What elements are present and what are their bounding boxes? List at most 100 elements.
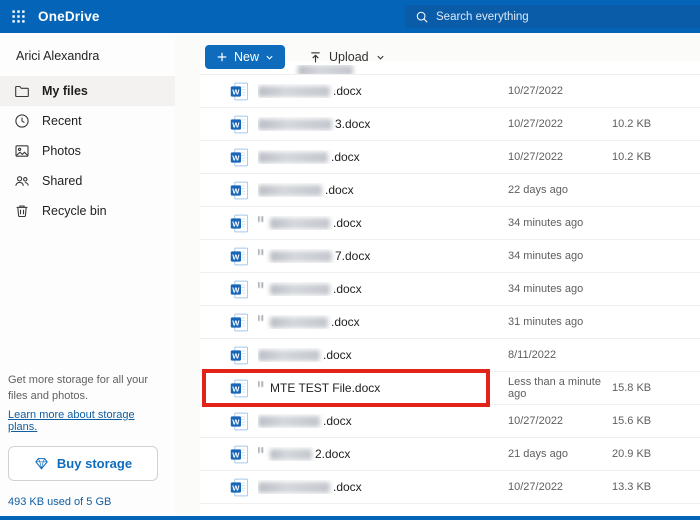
upload-button[interactable]: Upload [303,45,391,69]
search-input[interactable] [436,11,666,23]
word-file-icon: W [230,181,249,200]
user-name: Arici Alexandra [0,33,175,76]
redaction-mark [258,315,265,321]
storage-plans-link[interactable]: Learn more about storage plans. [8,409,160,433]
people-icon [14,173,30,189]
recycle-bin-icon [14,203,30,219]
file-name[interactable]: .docx [258,414,508,428]
file-name[interactable]: .docx [258,315,508,329]
file-name[interactable]: .docx [258,282,508,296]
sidebar-nav: My files Recent Photos Shared Recycle bi… [0,76,175,226]
svg-text:W: W [232,318,240,327]
search-box[interactable] [405,5,700,28]
word-file-icon: W [230,214,249,233]
file-name[interactable]: 2.docx [258,447,508,461]
redacted-name [258,152,328,163]
toolbar: New Upload [205,45,391,69]
photos-icon [14,143,30,159]
storage-usage[interactable]: 493 KB used of 5 GB [8,496,160,508]
file-modified-date: 34 minutes ago [508,250,612,262]
buy-storage-label: Buy storage [57,456,132,471]
file-row[interactable]: W 2.docx 21 days ago 20.9 KB [200,438,700,471]
file-name-suffix: .docx [331,315,360,329]
redacted-name [270,449,312,460]
file-row[interactable]: W 3.docx 10/27/2022 10.2 KB [200,108,700,141]
new-button-label: New [234,50,259,64]
plus-icon [216,51,228,63]
sidebar-item-recycle-bin[interactable]: Recycle bin [0,196,175,226]
new-button[interactable]: New [205,45,285,69]
file-row[interactable]: W .docx 10/27/2022 13.3 KB [200,471,700,504]
file-row[interactable]: W .docx 8/11/2022 [200,339,700,372]
word-file-icon: W [230,445,249,464]
folder-icon [14,83,30,99]
svg-text:W: W [232,417,240,426]
waffle-grid-icon [11,9,26,24]
svg-text:W: W [232,87,240,96]
sidebar-item-photos[interactable]: Photos [0,136,175,166]
file-size: 15.8 KB [612,382,700,394]
redacted-name [270,218,330,229]
redacted-name [258,350,320,361]
upload-button-label: Upload [329,50,369,64]
file-icon-cell: W [200,445,258,464]
file-row[interactable]: W .docx 10/27/2022 15.6 KB [200,405,700,438]
file-icon-cell: W [200,115,258,134]
file-row[interactable]: W MTE TEST File.docx Less than a minute … [200,372,700,405]
word-file-icon: W [230,247,249,266]
file-modified-date: 10/27/2022 [508,151,612,163]
redacted-name [258,416,320,427]
word-file-icon: W [230,346,249,365]
file-modified-date: 21 days ago [508,448,612,460]
file-row[interactable]: W .docx 10/27/2022 10.2 KB [200,141,700,174]
file-row[interactable]: W 7.docx 34 minutes ago [200,240,700,273]
svg-text:W: W [232,384,240,393]
svg-text:W: W [232,483,240,492]
window-bottom-bar [0,516,700,520]
app-launcher-icon[interactable] [0,0,36,33]
storage-area: Get more storage for all your files and … [8,373,160,508]
sidebar-item-shared[interactable]: Shared [0,166,175,196]
svg-text:W: W [232,219,240,228]
file-modified-date: 34 minutes ago [508,217,612,229]
file-row[interactable]: W .docx 34 minutes ago [200,207,700,240]
file-name-suffix: .docx [333,216,362,230]
file-name[interactable]: .docx [258,84,508,98]
svg-text:W: W [232,450,240,459]
file-name-suffix: .docx [333,282,362,296]
file-name[interactable]: .docx [258,480,508,494]
file-icon-cell: W [200,181,258,200]
file-name-text: MTE TEST File.docx [270,381,380,395]
main-content: New Upload W [175,33,700,516]
file-list: W W .docx 10/27/2022 [200,61,700,516]
file-size: 15.6 KB [612,415,700,427]
file-name[interactable]: .docx [258,150,508,164]
file-name[interactable]: 7.docx [258,249,508,263]
suite-header: OneDrive [0,0,700,33]
file-name[interactable]: .docx [258,348,508,362]
file-name-suffix: .docx [333,480,362,494]
file-row[interactable]: W .docx 31 minutes ago [200,306,700,339]
sidebar-item-recent[interactable]: Recent [0,106,175,136]
file-name-suffix: .docx [323,348,352,362]
word-file-icon: W [230,82,249,101]
file-modified-date: Less than a minute ago [508,376,612,400]
file-icon-cell: W [200,247,258,266]
file-name[interactable]: .docx [258,216,508,230]
upload-icon [309,51,322,64]
file-size: 10.2 KB [612,151,700,163]
buy-storage-button[interactable]: Buy storage [8,446,158,481]
file-icon-cell: W [200,379,258,398]
search-icon [415,10,429,24]
sidebar-item-my-files[interactable]: My files [0,76,175,106]
redacted-name [270,251,332,262]
file-name-suffix: 7.docx [335,249,370,263]
word-file-icon: W [230,412,249,431]
file-row[interactable]: W .docx 10/27/2022 [200,75,700,108]
file-name[interactable]: .docx [258,183,508,197]
file-row[interactable]: W .docx 34 minutes ago [200,273,700,306]
file-row[interactable]: W .docx 22 days ago [200,174,700,207]
file-name[interactable]: MTE TEST File.docx [258,381,508,395]
word-file-icon: W [230,280,249,299]
file-name[interactable]: 3.docx [258,117,508,131]
